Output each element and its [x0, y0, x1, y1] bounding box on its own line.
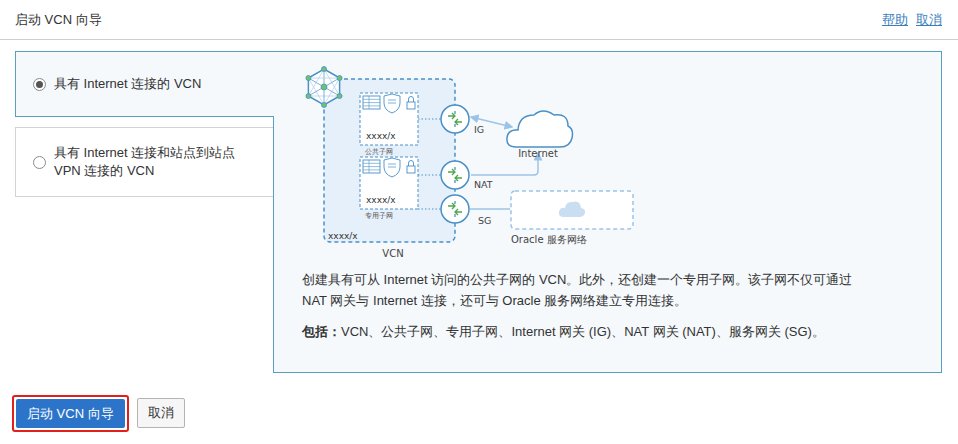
launch-wizard-button[interactable]: 启动 VCN 向导 [16, 399, 125, 428]
header-title: 启动 VCN 向导 [15, 11, 102, 29]
wizard-header: 启动 VCN 向导 帮助取消 [0, 0, 958, 40]
header-links: 帮助取消 [882, 11, 942, 29]
security-list-icon [384, 94, 400, 113]
cancel-link[interactable]: 取消 [916, 11, 942, 29]
radio-dot [36, 81, 43, 88]
help-link[interactable]: 帮助 [882, 11, 908, 29]
oracle-network-label: Oracle 服务网络 [511, 234, 587, 245]
radio-button[interactable] [33, 156, 46, 169]
highlight-frame: 取消 [133, 394, 189, 432]
route-table-icon [363, 96, 380, 109]
radio-button[interactable] [33, 78, 46, 91]
vcn-diagram: xxxx/x 公共子网 xxxx/x 专用子网 xxxx/x VCN IG NAT SG Inte… [302, 63, 642, 263]
option-list: 具有 Internet 连接的 VCN 具有 Internet 连接和站点到站点V… [15, 51, 273, 373]
option-label-line: 具有 Internet 连接和站点到站点 [54, 144, 235, 162]
includes-label: 包括： [302, 324, 341, 339]
option-label-line: 具有 Internet 连接的 VCN [54, 75, 201, 93]
lock-icon [407, 97, 415, 110]
highlight-frame: 启动 VCN 向导 [12, 395, 129, 432]
subnet-label: 公共子网 [365, 148, 393, 156]
oracle-network-box [511, 191, 633, 229]
option-label-line: VPN 连接的 VCN [54, 162, 235, 180]
vcn-icon [306, 67, 342, 108]
includes: 包括：VCN、公共子网、专用子网、Internet 网关 (IG)、NAT 网关… [302, 322, 941, 342]
gateway-label: IG [474, 124, 484, 135]
description-line: 创建具有可从 Internet 访问的公共子网的 VCN。此外，还创建一个专用子… [302, 269, 941, 290]
subnet-cidr: xxxx/x [366, 131, 396, 141]
description: 创建具有可从 Internet 访问的公共子网的 VCN。此外，还创建一个专用子… [302, 269, 941, 311]
wizard-body: 具有 Internet 连接的 VCN具有 Internet 连接和站点到站点V… [0, 40, 958, 373]
internet-label: Internet [518, 148, 558, 159]
subnet-box: xxxx/x [360, 157, 418, 209]
oracle-cloud-icon [559, 202, 585, 217]
wizard-option[interactable]: 具有 Internet 连接和站点到站点VPN 连接的 VCN [15, 127, 273, 197]
vcn-box [324, 79, 455, 242]
wizard-option[interactable]: 具有 Internet 连接的 VCN [15, 51, 274, 117]
gateway-icon [441, 105, 469, 133]
route-table-icon [363, 160, 380, 173]
button-bar: 启动 VCN 向导取消 [0, 373, 958, 432]
vcn-cidr: xxxx/x [328, 231, 358, 241]
vcn-label: VCN [382, 248, 403, 259]
lock-icon [407, 161, 415, 174]
gateway-icon [441, 161, 469, 189]
security-list-icon [384, 158, 400, 177]
gateway-label: SG [478, 215, 491, 226]
option-label: 具有 Internet 连接和站点到站点VPN 连接的 VCN [54, 144, 235, 180]
subnet-box: xxxx/x [360, 93, 418, 145]
subnet-cidr: xxxx/x [366, 195, 396, 205]
gateway-icon [441, 195, 469, 223]
subnet-label: 专用子网 [365, 212, 393, 220]
gateway-label: NAT [474, 179, 493, 190]
description-panel: xxxx/x 公共子网 xxxx/x 专用子网 xxxx/x VCN IG NAT SG Inte… [273, 51, 942, 373]
cancel-button[interactable]: 取消 [137, 398, 185, 428]
includes-text: VCN、公共子网、专用子网、Internet 网关 (IG)、NAT 网关 (N… [341, 324, 825, 339]
internet-cloud-icon [507, 111, 573, 147]
option-label: 具有 Internet 连接的 VCN [54, 75, 201, 93]
description-line: NAT 网关与 Internet 连接，还可与 Oracle 服务网络建立专用连… [302, 290, 941, 311]
